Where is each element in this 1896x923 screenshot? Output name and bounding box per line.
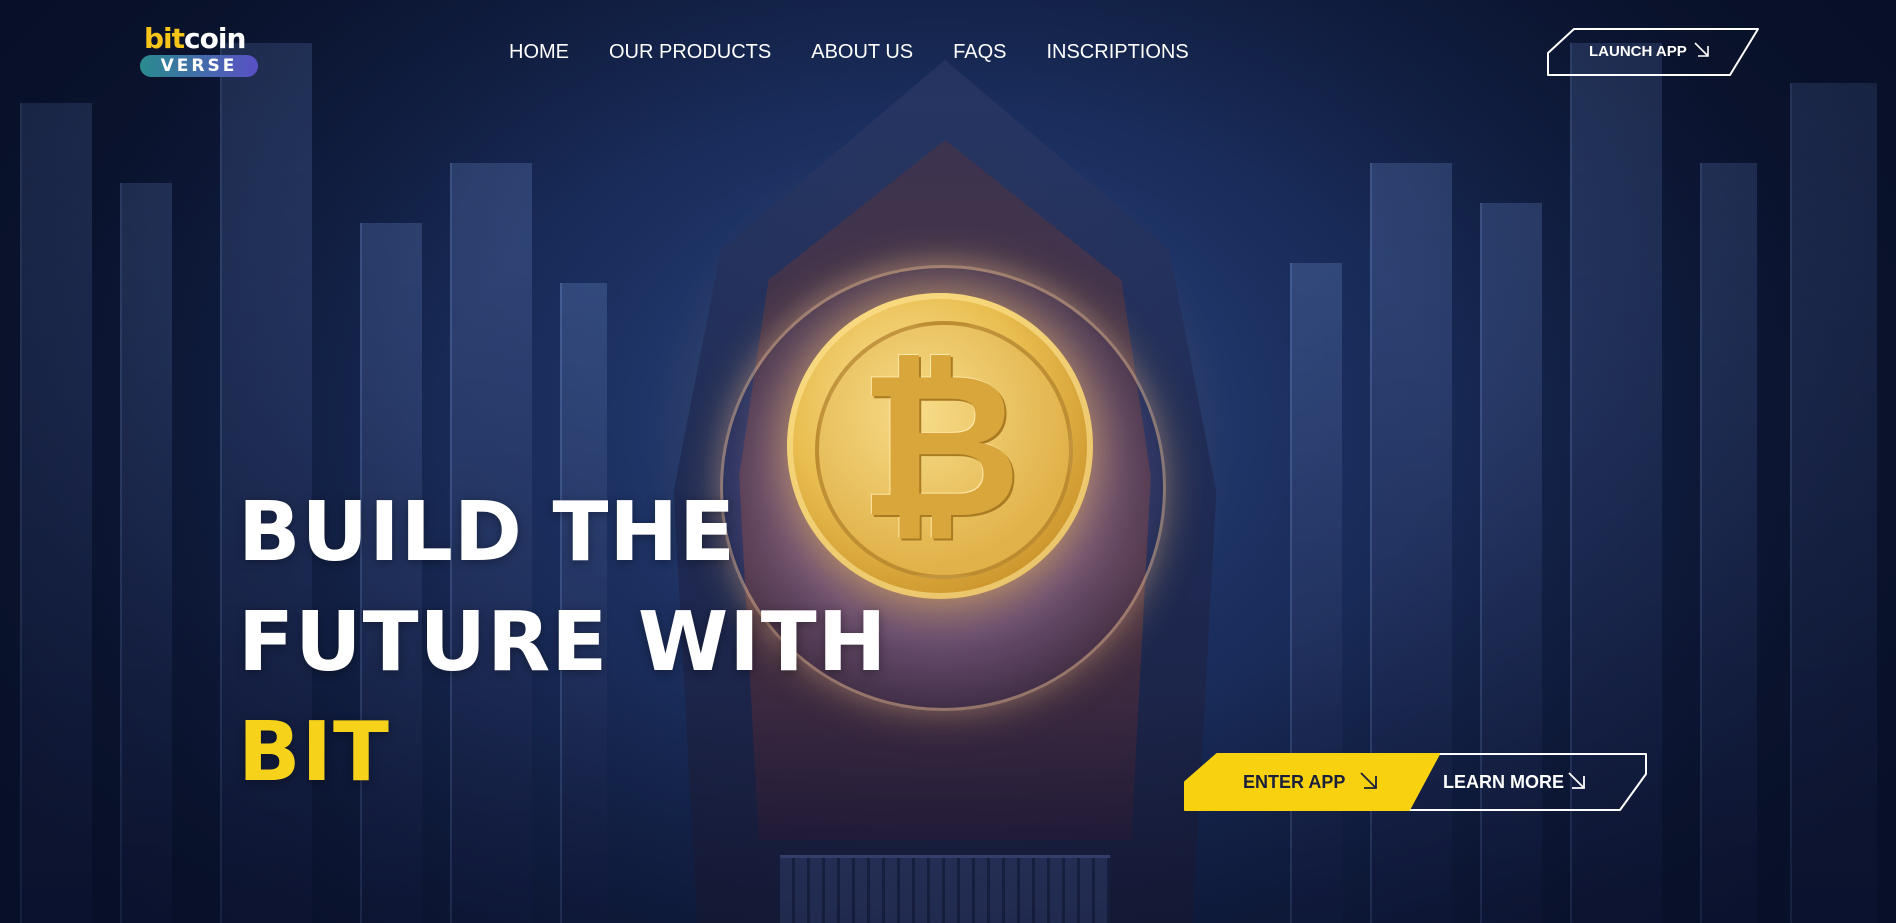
- nav-home[interactable]: HOME: [509, 40, 569, 64]
- hero-line-3: BIT: [238, 705, 390, 800]
- launch-app-button[interactable]: LAUNCH APP: [1546, 27, 1760, 77]
- nav-faqs[interactable]: FAQS: [953, 40, 1006, 64]
- hero-headline: BUILD THE FUTURE WITH BIT: [238, 478, 887, 808]
- nav-about-us[interactable]: ABOUT US: [811, 40, 913, 64]
- learn-more-label: LEARN MORE: [1443, 772, 1564, 792]
- hero-line-1: BUILD THE: [238, 485, 737, 580]
- bitcoinverse-logo[interactable]: bitcoin VERSE: [140, 24, 260, 78]
- logo-verse-badge: VERSE: [140, 55, 258, 77]
- enter-app-label: ENTER APP: [1243, 772, 1346, 792]
- logo-wordmark: bitcoin: [140, 24, 260, 54]
- hero-line-2: FUTURE WITH: [238, 595, 888, 690]
- enter-app-button[interactable]: ENTER APP: [1183, 752, 1441, 812]
- nav-inscriptions[interactable]: INSCRIPTIONS: [1046, 40, 1188, 64]
- nav-our-products[interactable]: OUR PRODUCTS: [609, 40, 771, 64]
- logo-coin-text: coin: [184, 22, 246, 55]
- logo-bit-text: bit: [144, 22, 185, 55]
- launch-app-label: LAUNCH APP: [1589, 43, 1687, 60]
- landing-page: ₿ bitcoin VERSE HOME OUR PRODUCTS ABOUT …: [0, 0, 1896, 923]
- main-nav: HOME OUR PRODUCTS ABOUT US FAQS INSCRIPT…: [509, 40, 1229, 64]
